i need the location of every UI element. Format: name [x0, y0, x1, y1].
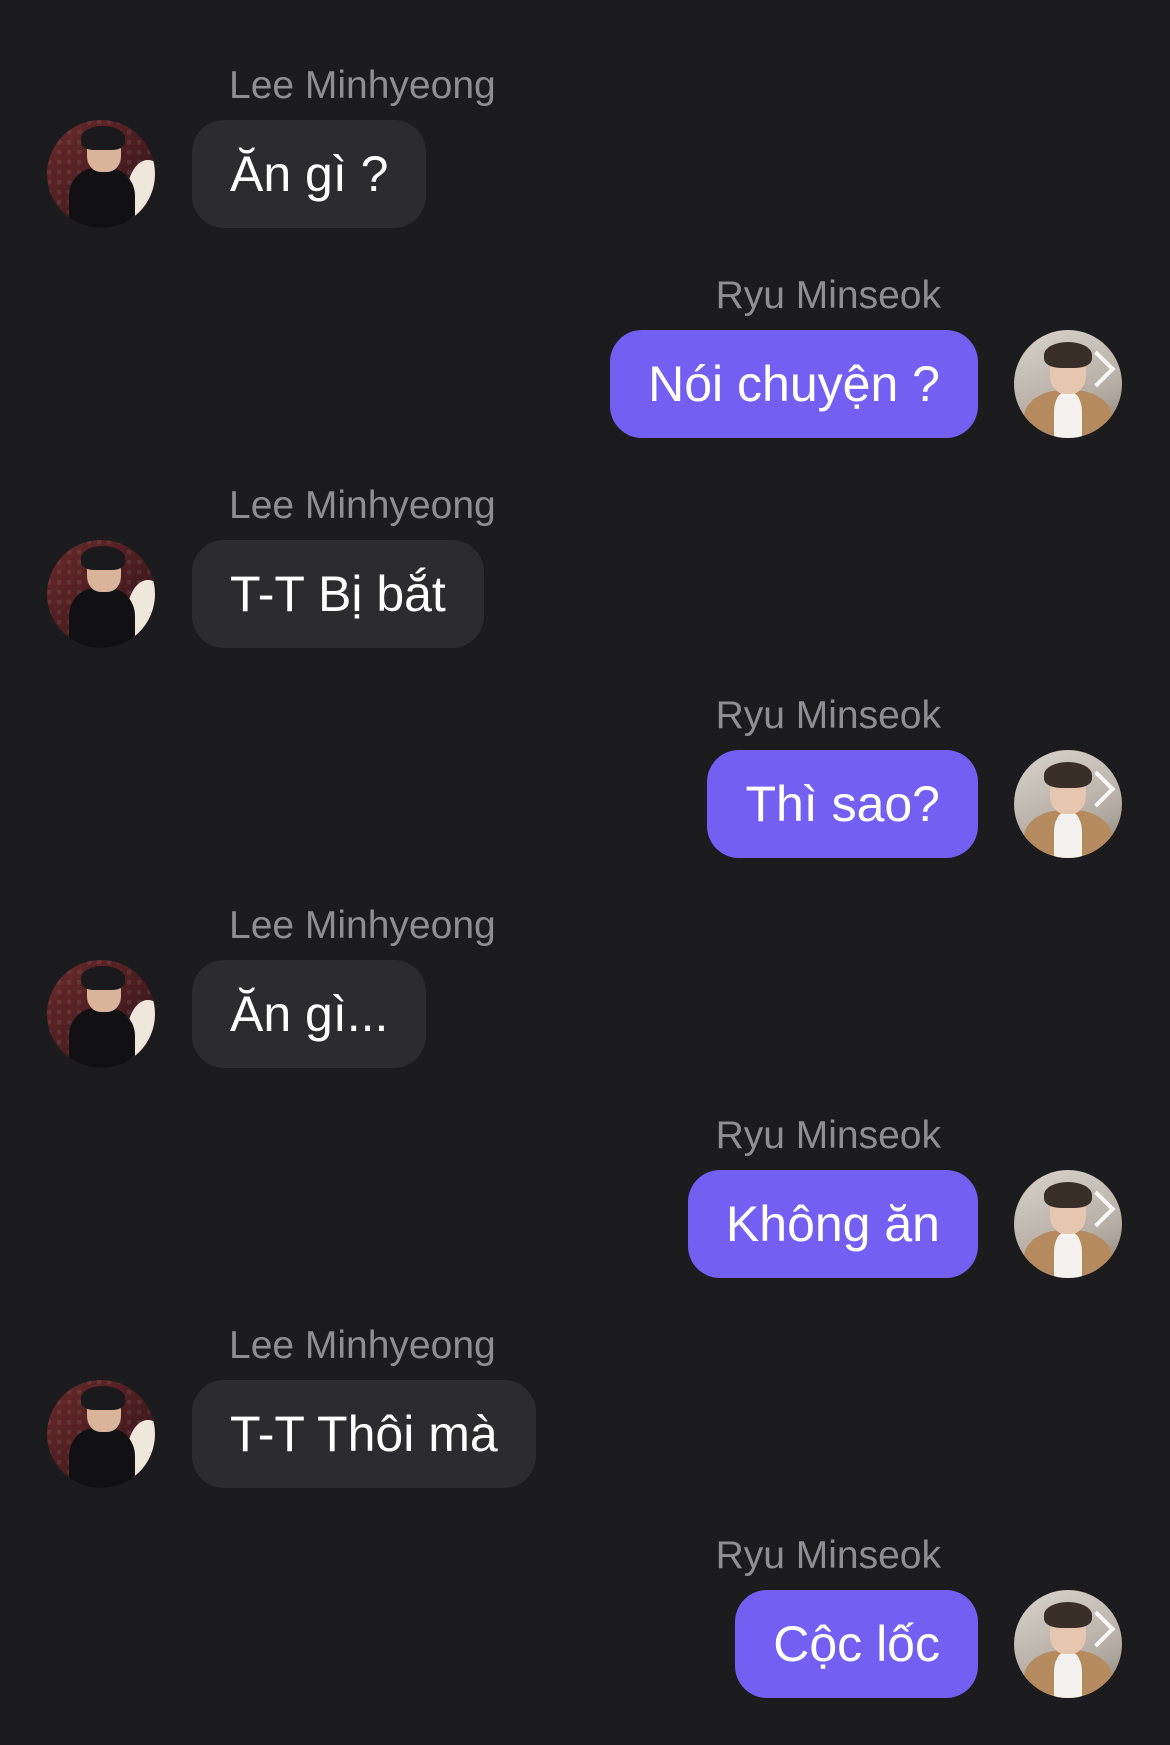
avatar-lee-minhyeong-icon[interactable]: [47, 1380, 155, 1488]
sender-name: Lee Minhyeong: [229, 1324, 496, 1367]
chat-thread: Lee Minhyeong Ăn gì ? Ryu Minseok Nói ch…: [0, 0, 1170, 1745]
sender-name: Ryu Minseok: [715, 1534, 941, 1577]
message-bubble[interactable]: Ăn gì ?: [192, 120, 427, 228]
message-outgoing: Ryu Minseok Không ăn: [0, 1113, 1170, 1293]
message-incoming: Lee Minhyeong T-T Bị bắt: [0, 483, 1170, 663]
message-bubble[interactable]: Nói chuyện ?: [610, 330, 978, 438]
avatar-ryu-minseok-icon[interactable]: [1014, 330, 1122, 438]
sender-name: Ryu Minseok: [715, 274, 941, 317]
sender-name: Ryu Minseok: [715, 694, 941, 737]
message-incoming: Lee Minhyeong Ăn gì...: [0, 903, 1170, 1083]
sender-name: Lee Minhyeong: [229, 64, 496, 107]
message-outgoing: Ryu Minseok Thì sao?: [0, 693, 1170, 873]
message-bubble[interactable]: T-T Bị bắt: [192, 540, 484, 648]
message-bubble[interactable]: Không ăn: [687, 1170, 978, 1278]
message-bubble[interactable]: Ăn gì...: [192, 960, 427, 1068]
avatar-lee-minhyeong-icon[interactable]: [47, 960, 155, 1068]
message-incoming: Lee Minhyeong T-T Thôi mà: [0, 1323, 1170, 1503]
avatar-ryu-minseok-icon[interactable]: [1014, 1170, 1122, 1278]
message-bubble[interactable]: Cộc lốc: [735, 1590, 978, 1698]
avatar-ryu-minseok-icon[interactable]: [1014, 750, 1122, 858]
sender-name: Lee Minhyeong: [229, 484, 496, 527]
avatar-lee-minhyeong-icon[interactable]: [47, 540, 155, 648]
avatar-ryu-minseok-icon[interactable]: [1014, 1590, 1122, 1698]
message-bubble[interactable]: T-T Thôi mà: [192, 1380, 536, 1488]
message-outgoing: Ryu Minseok Cộc lốc: [0, 1533, 1170, 1713]
sender-name: Lee Minhyeong: [229, 904, 496, 947]
avatar-lee-minhyeong-icon[interactable]: [47, 120, 155, 228]
message-bubble[interactable]: Thì sao?: [707, 750, 978, 858]
sender-name: Ryu Minseok: [715, 1114, 941, 1157]
message-outgoing: Ryu Minseok Nói chuyện ?: [0, 273, 1170, 453]
message-incoming: Lee Minhyeong Ăn gì ?: [0, 63, 1170, 243]
